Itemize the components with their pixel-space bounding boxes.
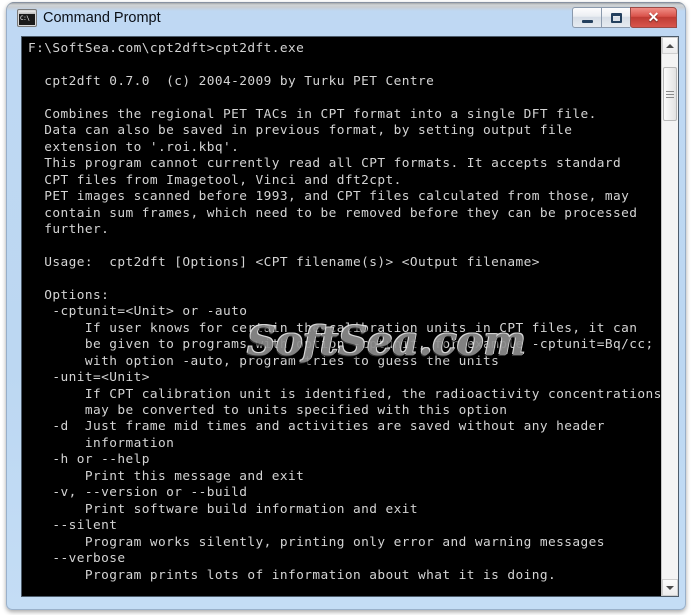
chevron-down-icon xyxy=(666,585,674,590)
minimize-icon xyxy=(582,20,593,23)
console-text: F:\SoftSea.com\cpt2dft>cpt2dft.exe cpt2d… xyxy=(28,41,662,583)
window-controls: ✕ xyxy=(572,7,677,29)
scrollbar-track[interactable] xyxy=(662,54,678,579)
title-bar-left-group: C:\ Command Prompt xyxy=(18,10,161,26)
command-prompt-window: C:\ Command Prompt ✕ F:\SoftSea.com\cpt2… xyxy=(6,2,686,610)
console-icon: C:\ xyxy=(18,10,36,26)
maximize-button[interactable] xyxy=(601,7,630,28)
scroll-thumb-grip-icon xyxy=(666,90,674,98)
close-icon: ✕ xyxy=(647,9,660,25)
scroll-down-arrow[interactable] xyxy=(662,579,678,596)
chevron-up-icon xyxy=(666,43,674,48)
title-bar[interactable]: C:\ Command Prompt ✕ xyxy=(6,2,686,38)
maximize-icon xyxy=(611,13,622,23)
window-title: Command Prompt xyxy=(43,10,161,26)
console-output-area[interactable]: F:\SoftSea.com\cpt2dft>cpt2dft.exe cpt2d… xyxy=(21,36,679,597)
console-icon-glyph: C:\ xyxy=(20,15,30,22)
scroll-up-arrow[interactable] xyxy=(662,37,678,54)
minimize-button[interactable] xyxy=(572,7,601,28)
scroll-thumb[interactable] xyxy=(663,67,677,121)
vertical-scrollbar[interactable] xyxy=(661,37,678,596)
close-button[interactable]: ✕ xyxy=(630,7,677,28)
